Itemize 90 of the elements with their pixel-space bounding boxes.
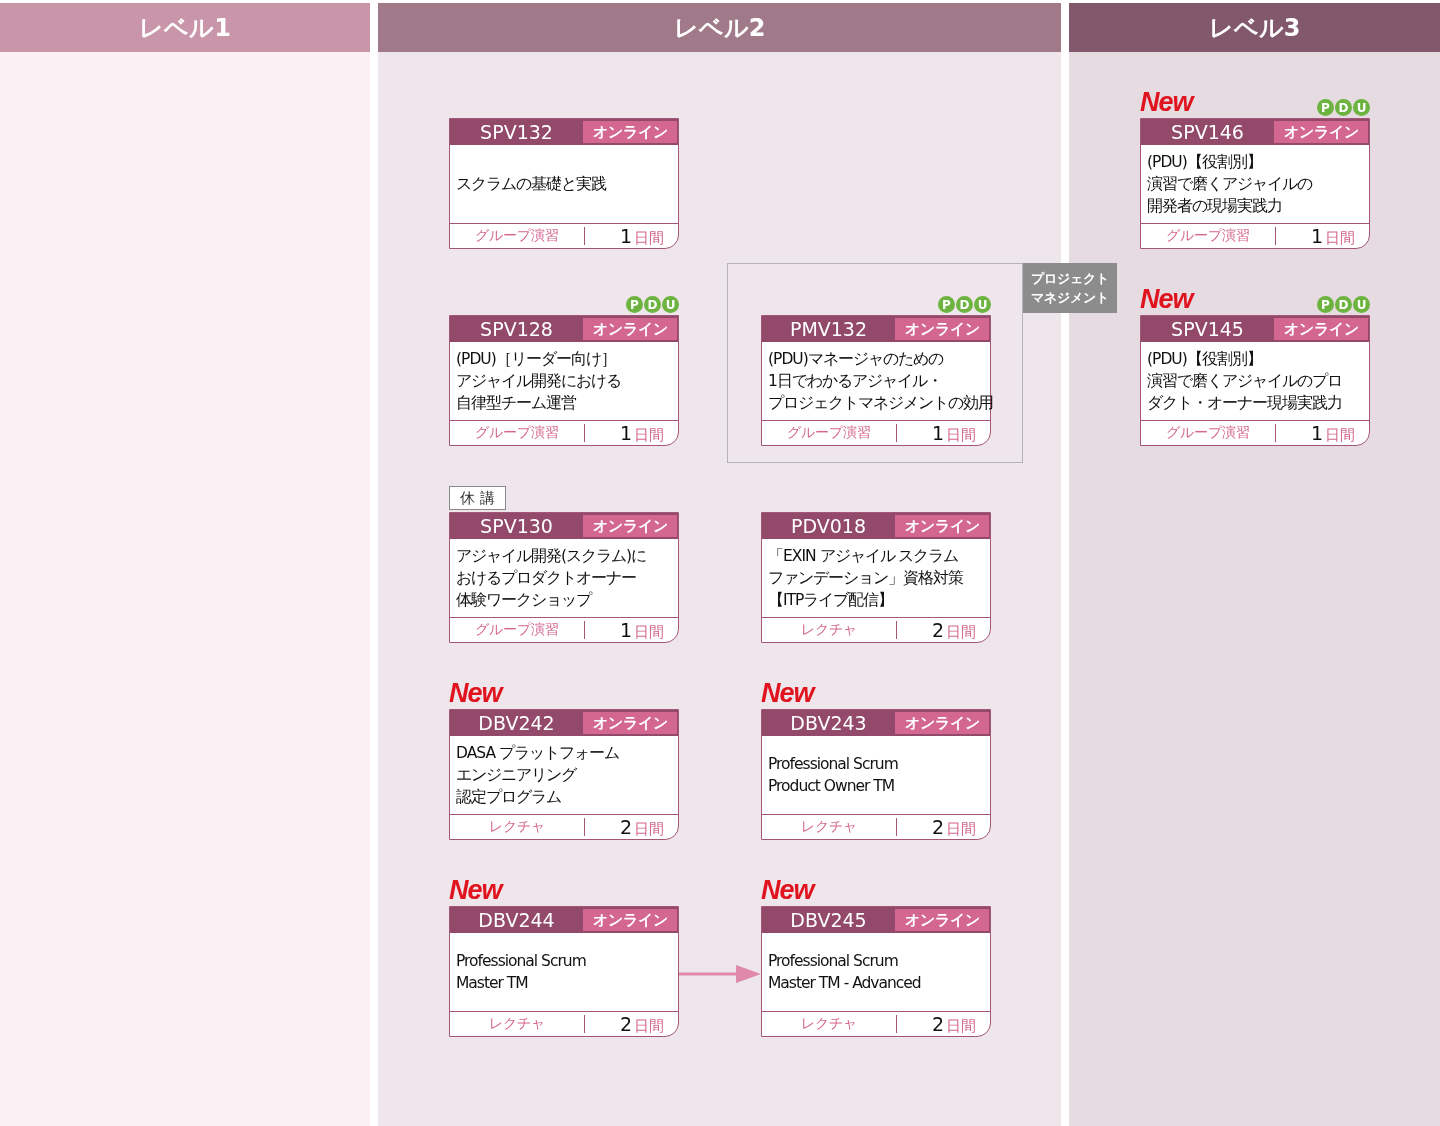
new-label: New	[761, 679, 814, 707]
course-title: Professional Scrum Master TM	[456, 951, 586, 994]
format-label: グループ演習	[762, 424, 897, 442]
days-unit: 日間	[634, 425, 664, 445]
course-code: PDV018	[790, 514, 867, 539]
delivery-tag: オンライン	[895, 515, 989, 537]
days-unit: 日間	[946, 425, 976, 445]
course-title: (PDU)［リーダー向け］ アジャイル開発における 自律型チーム運営	[456, 349, 621, 414]
delivery-tag: オンライン	[583, 909, 677, 931]
course-code: DBV244	[477, 908, 556, 933]
pdu-badge: P D U	[938, 296, 991, 313]
new-label: New	[449, 876, 502, 904]
days-count: 1	[931, 421, 944, 444]
days-count: 1	[619, 421, 632, 444]
delivery-tag: オンライン	[583, 318, 677, 340]
pdu-badge: P D U	[1317, 99, 1370, 116]
course-card[interactable]: SPV128 オンライン (PDU)［リーダー向け］ アジャイル開発における 自律型チーム運営 グループ演習 1 日間	[449, 315, 679, 446]
days-unit: 日間	[946, 819, 976, 839]
suspended-label: 休 講	[449, 486, 506, 510]
category-tag: プロジェクト マネジメント	[1023, 263, 1117, 313]
course-card[interactable]: SPV146 オンライン (PDU)【役割別】 演習で磨くアジャイルの 開発者の現場実践力 グループ演習 1 日間	[1140, 118, 1370, 249]
course-code: DBV243	[789, 711, 868, 736]
course-card[interactable]: SPV145 オンライン (PDU)【役割別】 演習で磨くアジャイルのプロ ダクト・オーナー現場実践力 グループ演習 1 日間	[1140, 315, 1370, 446]
format-label: レクチャ	[450, 818, 585, 836]
days-unit: 日間	[1325, 425, 1355, 445]
level-header: レベル3	[1069, 3, 1440, 52]
format-label: レクチャ	[762, 818, 897, 836]
course-code: PMV132	[788, 317, 869, 342]
delivery-tag: オンライン	[895, 909, 989, 931]
days-count: 1	[1310, 421, 1323, 444]
delivery-tag: オンライン	[583, 515, 677, 537]
course-title: スクラムの基礎と実践	[456, 174, 606, 195]
days-count: 2	[931, 815, 944, 838]
delivery-tag: オンライン	[895, 712, 989, 734]
course-card[interactable]: PDV018 オンライン 「EXIN アジャイル スクラム ファンデーション」資格対策 【ITPライブ配信】 レクチャ 2 日間	[761, 512, 991, 643]
level-header: レベル2	[378, 3, 1061, 52]
days-count: 2	[619, 815, 632, 838]
course-code: SPV128	[479, 317, 554, 342]
days-unit: 日間	[946, 622, 976, 642]
delivery-tag: オンライン	[1274, 318, 1368, 340]
days-count: 2	[931, 618, 944, 641]
course-code: DBV242	[477, 711, 556, 736]
level-header: レベル1	[0, 3, 370, 52]
course-card[interactable]: DBV245 オンライン Professional Scrum Master TM - Advanced レクチャ 2 日間	[761, 906, 991, 1037]
course-code: SPV146	[1170, 120, 1245, 145]
course-card[interactable]: DBV242 オンライン DASA プラットフォーム エンジニアリング 認定プログラム レクチャ 2 日間	[449, 709, 679, 840]
format-label: グループ演習	[450, 621, 585, 639]
days-unit: 日間	[946, 1016, 976, 1036]
course-card[interactable]: SPV132 オンライン スクラムの基礎と実践 グループ演習 1 日間	[449, 118, 679, 249]
days-count: 1	[1310, 224, 1323, 247]
course-title: Professional Scrum Product Owner TM	[768, 754, 898, 797]
format-label: グループ演習	[450, 424, 585, 442]
format-label: レクチャ	[762, 1015, 897, 1033]
days-unit: 日間	[634, 622, 664, 642]
course-code: SPV130	[479, 514, 554, 539]
days-count: 2	[931, 1012, 944, 1035]
course-card[interactable]: DBV244 オンライン Professional Scrum Master TM レクチャ 2 日間	[449, 906, 679, 1037]
course-card[interactable]: DBV243 オンライン Professional Scrum Product Owner TM レクチャ 2 日間	[761, 709, 991, 840]
course-title: アジャイル開発(スクラム)に おけるプロダクトオーナー 体験ワークショップ	[456, 546, 647, 611]
course-title: DASA プラットフォーム エンジニアリング 認定プログラム	[456, 743, 619, 808]
course-code: DBV245	[789, 908, 868, 933]
new-label: New	[1140, 285, 1193, 313]
new-label: New	[449, 679, 502, 707]
format-label: グループ演習	[450, 227, 585, 245]
course-title: 「EXIN アジャイル スクラム ファンデーション」資格対策 【ITPライブ配信】	[768, 546, 963, 611]
format-label: レクチャ	[762, 621, 897, 639]
days-count: 1	[619, 618, 632, 641]
course-title: Professional Scrum Master TM - Advanced	[768, 951, 921, 994]
days-count: 1	[619, 224, 632, 247]
new-label: New	[1140, 88, 1193, 116]
course-title: (PDU)【役割別】 演習で磨くアジャイルのプロ ダクト・オーナー現場実践力	[1147, 349, 1342, 414]
days-unit: 日間	[634, 819, 664, 839]
days-count: 2	[619, 1012, 632, 1035]
days-unit: 日間	[634, 1016, 664, 1036]
course-card[interactable]: SPV130 オンライン アジャイル開発(スクラム)に おけるプロダクトオーナー 体験ワークショップ グループ演習 1 日間	[449, 512, 679, 643]
pdu-badge: P D U	[1317, 296, 1370, 313]
format-label: レクチャ	[450, 1015, 585, 1033]
pdu-badge: P D U	[626, 296, 679, 313]
delivery-tag: オンライン	[583, 712, 677, 734]
course-title: (PDU)【役割別】 演習で磨くアジャイルの 開発者の現場実践力	[1147, 152, 1312, 217]
course-code: SPV145	[1170, 317, 1245, 342]
course-code: SPV132	[479, 120, 554, 145]
delivery-tag: オンライン	[583, 121, 677, 143]
delivery-tag: オンライン	[1274, 121, 1368, 143]
format-label: グループ演習	[1141, 424, 1276, 442]
new-label: New	[761, 876, 814, 904]
format-label: グループ演習	[1141, 227, 1276, 245]
delivery-tag: オンライン	[895, 318, 989, 340]
days-unit: 日間	[1325, 228, 1355, 248]
days-unit: 日間	[634, 228, 664, 248]
